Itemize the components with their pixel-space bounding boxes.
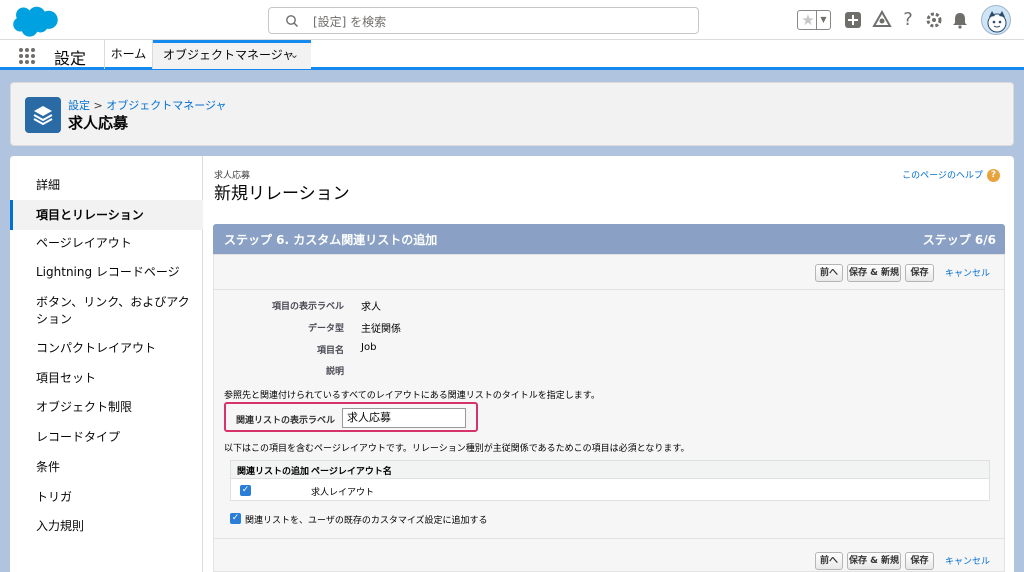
sidebar-item-object-limits[interactable]: オブジェクト制限 [10,399,203,416]
avatar[interactable] [981,5,1011,35]
divider [214,289,1004,290]
field-name-label: 項目名 [316,346,344,356]
cancel-link-bottom[interactable]: キャンセル [945,554,990,567]
help-circle-icon[interactable]: ? [987,169,1000,182]
sidebar-item-record-types[interactable]: レコードタイプ [10,429,203,446]
save-button-bottom[interactable]: 保存 [905,552,934,570]
divider [214,538,1004,539]
top-button-row: 前へ 保存 & 新規 保存 キャンセル [815,264,995,282]
save-and-new-button-bottom[interactable]: 保存 & 新規 [847,552,901,570]
sidebar-item-compact-layouts[interactable]: コンパクトレイアウト [10,340,203,357]
favorites-button[interactable]: ★ ▼ [797,10,831,30]
sidebar-item-details[interactable]: 詳細 [10,177,203,194]
save-button[interactable]: 保存 [905,264,934,282]
page-header: 設定 > オブジェクトマネージャ 求人応募 [10,82,1014,146]
tab-object-manager-label: オブジェクトマネージャ [163,48,295,62]
breadcrumb-setup-link[interactable]: 設定 [68,99,90,112]
global-search-input[interactable]: [設定] を検索 [268,7,699,34]
layout-name-cell: 求人レイアウト [311,488,375,498]
step-count: ステップ 6/6 [922,233,996,247]
sidebar-item-buttons-links-actions[interactable]: ボタン、リンク、およびアクション [10,294,190,328]
data-type-label: データ型 [307,324,344,334]
help-link[interactable]: このページのヘルプ? [902,168,1000,182]
field-label-value: 求人 [361,302,381,313]
related-list-instruction: 参照先と関連付けられているすべてのレイアウトにある関連リストのタイトルを指定しま… [224,391,600,401]
page-subtitle: 新規リレーション [214,184,350,204]
salesforce-logo[interactable] [12,5,60,37]
object-sidebar: 詳細 項目とリレーション ページレイアウト Lightning レコードページ … [10,156,203,572]
sidebar-item-page-layouts[interactable]: ページレイアウト [10,235,203,252]
step-header: ステップ 6. カスタム関連リストの追加 ステップ 6/6 [213,224,1005,254]
previous-button-bottom[interactable]: 前へ [815,552,843,570]
sidebar-item-triggers[interactable]: トリガ [10,489,203,506]
field-name-value: Job [361,342,377,353]
table-header: 関連リストの追加 ページレイアウト名 [231,461,989,479]
cancel-link[interactable]: キャンセル [945,266,990,279]
trailhead-icon[interactable] [872,10,892,30]
related-list-label-highlight: 関連リストの表示ラベル 求人応募 [224,402,478,432]
add-related-list-checkbox[interactable]: ✓ [240,485,251,496]
help-icon[interactable]: ? [898,10,918,30]
app-name: 設定 [54,49,87,68]
wizard-form: 前へ 保存 & 新規 保存 キャンセル 項目の表示ラベル 求人 データ型 主従関… [213,254,1005,572]
page-title: 求人応募 [68,114,129,132]
app-nav-bar: 設定 ホーム オブジェクトマネージャ ⌄ [0,40,1024,70]
related-list-label-caption: 関連リストの表示ラベル [236,416,336,426]
breadcrumb: 設定 > オブジェクトマネージャ [68,97,226,113]
page-layout-table: 関連リストの追加 ページレイアウト名 ✓ 求人レイアウト [230,460,990,501]
save-and-new-button[interactable]: 保存 & 新規 [847,264,901,282]
bottom-button-row: 前へ 保存 & 新規 保存 キャンセル [815,552,995,570]
search-icon [286,15,299,28]
page-layout-instruction: 以下はこの項目を含むページレイアウトです。リレーション種別が主従関係であるためこ… [224,444,690,454]
favorites-star-icon[interactable]: ★ [800,12,816,28]
description-label: 説明 [325,367,344,377]
step-title: ステップ 6. カスタム関連リストの追加 [224,233,438,247]
layers-icon [25,97,61,133]
app-launcher-icon[interactable] [18,47,36,65]
append-to-custom-layouts-checkbox[interactable]: ✓ [230,513,241,524]
global-header: [設定] を検索 ★ ▼ ? [0,0,1024,40]
user-avatar-icon [987,11,1007,33]
favorites-dropdown-icon[interactable]: ▼ [816,11,830,29]
sidebar-item-conditions[interactable]: 条件 [10,459,203,476]
field-label-label: 項目の表示ラベル [271,302,344,312]
main-card: 詳細 項目とリレーション ページレイアウト Lightning レコードページ … [10,156,1014,572]
help-link-label[interactable]: このページのヘルプ [902,171,983,181]
column-header-add: 関連リストの追加 [237,467,310,477]
data-type-value: 主従関係 [361,324,401,335]
tab-home[interactable]: ホーム [104,40,153,69]
notifications-bell-icon[interactable] [950,10,970,30]
sidebar-item-field-sets[interactable]: 項目セット [10,370,203,387]
related-list-label-input[interactable]: 求人応募 [342,408,466,428]
breadcrumb-separator: > [93,99,103,112]
column-header-layout-name: ページレイアウト名 [311,467,392,477]
breadcrumb-object-manager-link[interactable]: オブジェクトマネージャ [106,99,226,112]
sidebar-item-fields-relationships[interactable]: 項目とリレーション [10,200,203,230]
content-area: 求人応募 新規リレーション このページのヘルプ? ステップ 6. カスタム関連リ… [204,156,1014,572]
add-icon[interactable] [843,10,863,30]
tab-object-manager[interactable]: オブジェクトマネージャ ⌄ [153,40,311,69]
search-placeholder: [設定] を検索 [313,15,387,29]
sidebar-item-validation-rules[interactable]: 入力規則 [10,518,203,535]
setup-gear-icon[interactable] [924,10,944,30]
sidebar-item-lightning-record-pages[interactable]: Lightning レコードページ [10,264,203,281]
append-to-custom-layouts-label: 関連リストを、ユーザの既存のカスタマイズ設定に追加する [245,516,488,526]
chevron-down-icon[interactable]: ⌄ [290,43,299,67]
previous-button[interactable]: 前へ [815,264,843,282]
